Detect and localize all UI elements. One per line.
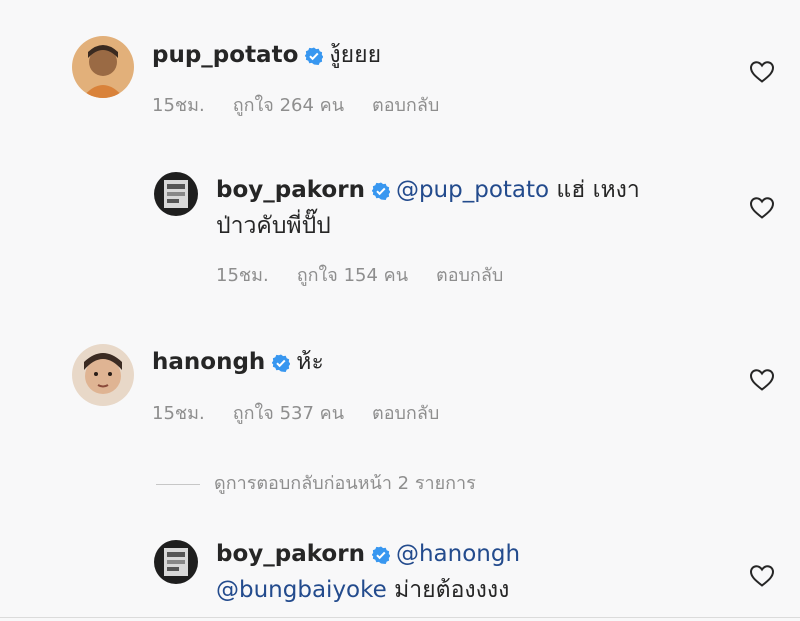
comment-meta: 15ชม. ถูกใจ 537 คน ตอบกลับ [152,398,467,427]
timestamp: 15ชม. [152,403,205,424]
reply-boy-pakorn-2: boy_pakorn @hanongh @bungbaiyoke ม่ายต้อง… [0,530,800,617]
reply-boy-pakorn-1: boy_pakorn @pup_potato แฮ่ เหงา ป่าวคับพี… [0,160,800,290]
avatar[interactable] [72,344,134,406]
mention-link[interactable]: @bungbaiyoke [216,577,387,603]
view-previous-replies-button[interactable]: ดูการตอบกลับก่อนหน้า 2 รายการ [156,468,476,497]
comment-text: งู้ยยย [329,42,382,68]
comment-text: ห้ะ [296,349,324,375]
timestamp: 15ชม. [216,265,269,286]
avatar[interactable] [72,36,134,98]
reply-button[interactable]: ตอบกลับ [372,403,439,424]
like-count[interactable]: ถูกใจ 264 คน [233,95,344,116]
username[interactable]: boy_pakorn [216,177,365,203]
verified-badge-icon [371,546,390,564]
comment-header: hanongh ห้ะ [152,346,324,378]
mention-link[interactable]: @pup_potato [396,177,549,203]
comment-pup-potato: pup_potato งู้ยยย 15ชม. ถูกใจ 264 คน ตอบกลั… [0,0,800,130]
comment-text: แฮ่ เหงา [556,177,640,203]
like-count[interactable]: ถูกใจ 154 คน [297,265,408,286]
heart-outline-icon[interactable] [749,368,775,392]
comment-text-line2: @bungbaiyoke ม่ายต้องงงง [216,574,509,606]
verified-badge-icon [272,354,291,372]
divider [156,483,200,485]
comment-header: boy_pakorn @hanongh [216,538,520,570]
comment-text-line2: ป่าวคับพี่ปั๊ป [216,213,331,239]
comment-header: pup_potato งู้ยยย [152,39,381,71]
divider [0,617,800,618]
comment-text: ม่ายต้องงงง [394,577,510,603]
heart-outline-icon[interactable] [749,564,775,588]
username[interactable]: hanongh [152,349,265,375]
avatar[interactable] [154,540,198,584]
reply-button[interactable]: ตอบกลับ [372,95,439,116]
heart-outline-icon[interactable] [749,196,775,220]
reply-button[interactable]: ตอบกลับ [436,265,503,286]
verified-badge-icon [305,47,324,65]
mention-link[interactable]: @hanongh [396,541,520,567]
like-count[interactable]: ถูกใจ 537 คน [233,403,344,424]
avatar[interactable] [154,172,198,216]
username[interactable]: pup_potato [152,42,298,68]
comment-meta: 15ชม. ถูกใจ 264 คน ตอบกลับ [152,90,467,119]
comment-header: boy_pakorn @pup_potato แฮ่ เหงา [216,174,640,206]
view-previous-replies-label[interactable]: ดูการตอบกลับก่อนหน้า 2 รายการ [214,473,476,494]
username[interactable]: boy_pakorn [216,541,365,567]
verified-badge-icon [371,182,390,200]
heart-outline-icon[interactable] [749,60,775,84]
comment-meta: 15ชม. ถูกใจ 154 คน ตอบกลับ [216,260,531,289]
timestamp: 15ชม. [152,95,205,116]
comment-hanongh: hanongh ห้ะ 15ชม. ถูกใจ 537 คน ตอบกลับ [0,330,800,440]
